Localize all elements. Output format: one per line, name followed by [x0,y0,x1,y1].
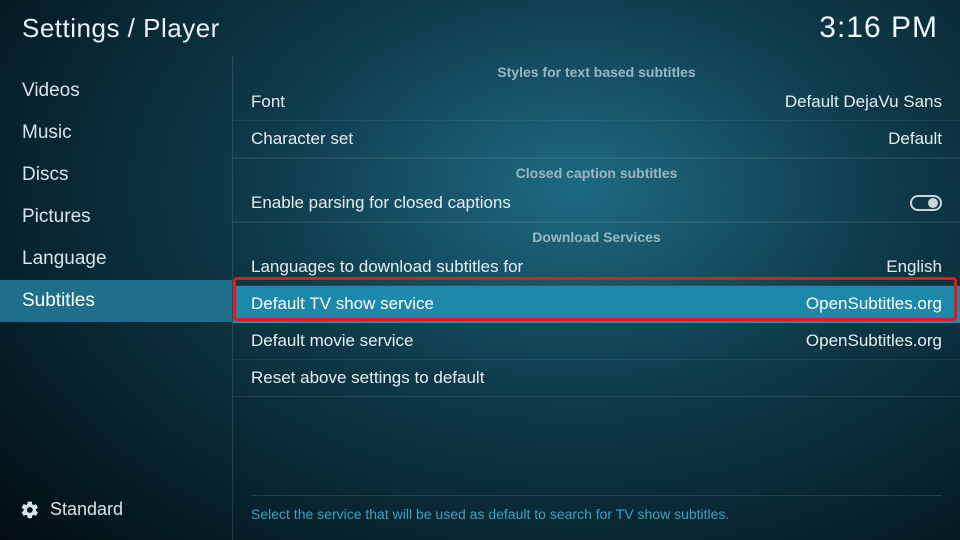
row-value: Default DejaVu Sans [785,92,942,112]
toggle-icon[interactable] [910,195,942,211]
row-download-languages[interactable]: Languages to download subtitles for Engl… [233,249,960,286]
sidebar: Videos Music Discs Pictures Language Sub… [0,56,232,540]
row-enable-cc-parsing[interactable]: Enable parsing for closed captions [233,185,960,222]
row-default-tv-service[interactable]: Default TV show service OpenSubtitles.or… [233,286,960,323]
row-label: Character set [251,129,353,149]
row-value: OpenSubtitles.org [806,331,942,351]
row-label: Default movie service [251,331,414,351]
settings-level-label: Standard [50,499,123,520]
main-panel: Styles for text based subtitles Font Def… [232,56,960,540]
sidebar-item-language[interactable]: Language [0,238,232,280]
breadcrumb: Settings / Player [22,13,220,44]
sidebar-item-videos[interactable]: Videos [0,70,232,112]
clock: 3:16 PM [819,11,938,45]
row-label: Languages to download subtitles for [251,257,523,277]
row-reset-defaults[interactable]: Reset above settings to default [233,360,960,397]
row-font[interactable]: Font Default DejaVu Sans [233,84,960,121]
sidebar-item-pictures[interactable]: Pictures [0,196,232,238]
row-value: Default [888,129,942,149]
row-label: Font [251,92,285,112]
settings-level-button[interactable]: Standard [0,485,232,540]
header: Settings / Player 3:16 PM [0,0,960,56]
gear-icon [20,500,40,520]
row-label: Default TV show service [251,294,434,314]
section-header-download: Download Services [233,222,960,249]
section-header-cc: Closed caption subtitles [233,158,960,185]
row-label: Enable parsing for closed captions [251,193,511,213]
row-value: OpenSubtitles.org [806,294,942,314]
sidebar-item-music[interactable]: Music [0,112,232,154]
sidebar-item-subtitles[interactable]: Subtitles [0,280,232,322]
row-default-movie-service[interactable]: Default movie service OpenSubtitles.org [233,323,960,360]
section-header-styles: Styles for text based subtitles [233,56,960,84]
help-text: Select the service that will be used as … [251,495,942,522]
sidebar-item-discs[interactable]: Discs [0,154,232,196]
row-value: English [886,257,942,277]
row-character-set[interactable]: Character set Default [233,121,960,158]
row-label: Reset above settings to default [251,368,484,388]
